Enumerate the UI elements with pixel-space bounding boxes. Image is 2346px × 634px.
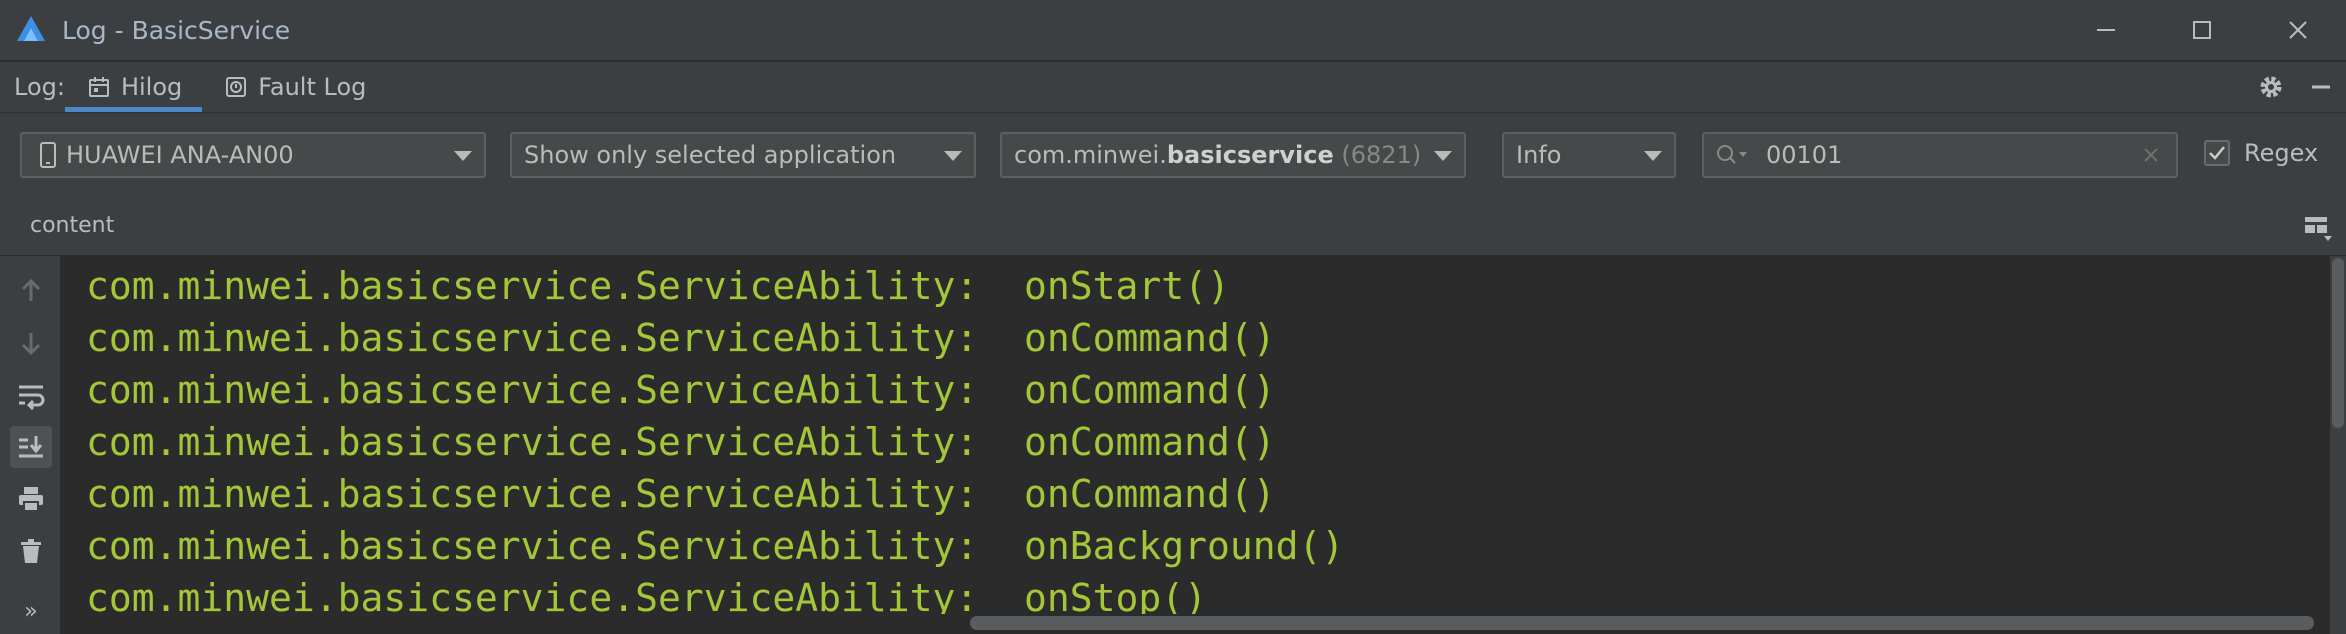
search-icon <box>1717 145 1747 164</box>
tab-fault-log[interactable]: Fault Log <box>202 62 386 112</box>
log-message: onCommand() <box>1024 420 1276 464</box>
deveco-logo-icon <box>17 16 45 41</box>
previous-occurrence-button[interactable] <box>10 270 52 312</box>
log-line: com.minwei.basicservice.ServiceAbility: … <box>86 260 1230 312</box>
phone-icon <box>40 142 56 168</box>
close-icon <box>2289 21 2307 39</box>
app-filter-select[interactable]: Show only selected application <box>510 132 976 178</box>
window-title: Log - BasicService <box>62 15 291 45</box>
hide-icon <box>2312 85 2330 89</box>
log-level-select[interactable]: Info <box>1502 132 1676 178</box>
maximize-icon <box>2193 21 2211 39</box>
process-prefix: com.minwei. <box>1014 141 1167 169</box>
chevron-down-icon <box>1434 151 1452 161</box>
scroll-to-end-button[interactable] <box>10 426 52 468</box>
tab-hilog[interactable]: Hilog <box>64 62 203 112</box>
gear-icon <box>2260 76 2282 98</box>
soft-wrap-button[interactable] <box>10 374 52 416</box>
log-line: com.minwei.basicservice.ServiceAbility: … <box>86 468 1276 520</box>
next-occurrence-button[interactable] <box>10 322 52 364</box>
device-select[interactable]: HUAWEI ANA-AN00 <box>20 132 486 178</box>
horizontal-scrollbar[interactable] <box>970 616 2314 630</box>
process-select[interactable]: com.minwei.basicservice (6821) <box>1000 132 1466 178</box>
clear-log-button[interactable] <box>10 530 52 572</box>
chevron-down-icon <box>1644 151 1662 161</box>
chevron-down-icon <box>454 151 472 161</box>
log-toolbar: » <box>0 256 61 634</box>
log-source: com.minwei.basicservice.ServiceAbility: <box>86 576 979 614</box>
trash-icon <box>21 539 41 563</box>
up-arrow-icon <box>21 278 41 301</box>
hide-panel-button[interactable] <box>2296 62 2346 112</box>
process-pid: (6821) <box>1341 141 1422 169</box>
log-message: onStart() <box>1024 264 1230 308</box>
log-source: com.minwei.basicservice.ServiceAbility: <box>86 524 979 568</box>
log-source: com.minwei.basicservice.ServiceAbility: <box>86 420 979 464</box>
checkmark-icon <box>2209 146 2225 160</box>
clear-search-icon[interactable] <box>2140 144 2162 166</box>
fault-log-icon <box>226 77 247 97</box>
chevron-down-icon <box>944 151 962 161</box>
log-source: com.minwei.basicservice.ServiceAbility: <box>86 368 979 412</box>
log-line: com.minwei.basicservice.ServiceAbility: … <box>86 416 1276 468</box>
tab-fault-log-label: Fault Log <box>258 73 367 101</box>
regex-checkbox[interactable] <box>2204 140 2230 166</box>
log-message: onBackground() <box>1024 524 1345 568</box>
log-source: com.minwei.basicservice.ServiceAbility: <box>86 316 979 360</box>
tab-hilog-label: Hilog <box>120 73 183 101</box>
calendar-log-icon <box>88 77 109 97</box>
print-icon <box>19 487 43 512</box>
log-message: onCommand() <box>1024 368 1276 412</box>
log-line: com.minwei.basicservice.ServiceAbility: … <box>86 364 1276 416</box>
log-output[interactable]: com.minwei.basicservice.ServiceAbility: … <box>61 256 2330 614</box>
log-tab-bar: Log: Hilog Fault Log <box>0 62 2346 113</box>
log-source: com.minwei.basicservice.ServiceAbility: <box>86 264 979 308</box>
search-input[interactable] <box>1764 140 2128 170</box>
process-name: basicservice <box>1166 141 1334 169</box>
process-select-value: com.minwei.basicservice (6821) <box>1014 141 1421 169</box>
settings-button[interactable] <box>2246 62 2296 112</box>
minimize-icon <box>2097 29 2115 31</box>
log-line: com.minwei.basicservice.ServiceAbility: … <box>86 572 1207 614</box>
device-select-value: HUAWEI ANA-AN00 <box>66 141 294 169</box>
log-message: onCommand() <box>1024 472 1276 516</box>
minimize-button[interactable] <box>2058 0 2154 60</box>
search-field[interactable] <box>1702 132 2178 178</box>
content-header-label: content <box>30 213 115 238</box>
close-button[interactable] <box>2250 0 2346 60</box>
maximize-button[interactable] <box>2154 0 2250 60</box>
vertical-scrollbar[interactable] <box>2332 258 2344 428</box>
content-column-header: content <box>0 199 2346 256</box>
layout-options-icon[interactable] <box>2302 213 2332 243</box>
log-message: onCommand() <box>1024 316 1276 360</box>
log-source: com.minwei.basicservice.ServiceAbility: <box>86 472 979 516</box>
scroll-to-end-icon <box>19 436 43 458</box>
log-level-value: Info <box>1516 141 1562 169</box>
log-message: onStop() <box>1024 576 1208 614</box>
title-bar: Log - BasicService <box>0 0 2346 62</box>
filter-toolbar: HUAWEI ANA-AN00 Show only selected appli… <box>0 113 2346 199</box>
print-button[interactable] <box>10 478 52 520</box>
regex-label: Regex <box>2244 139 2319 167</box>
app-filter-value: Show only selected application <box>524 141 897 169</box>
log-line: com.minwei.basicservice.ServiceAbility: … <box>86 520 1344 572</box>
soft-wrap-icon <box>19 385 45 410</box>
down-arrow-icon <box>21 333 41 356</box>
more-icon[interactable]: » <box>10 590 52 632</box>
regex-toggle[interactable]: Regex <box>2204 139 2318 167</box>
log-line: com.minwei.basicservice.ServiceAbility: … <box>86 312 1276 364</box>
log-prefix-label: Log: <box>14 73 65 101</box>
